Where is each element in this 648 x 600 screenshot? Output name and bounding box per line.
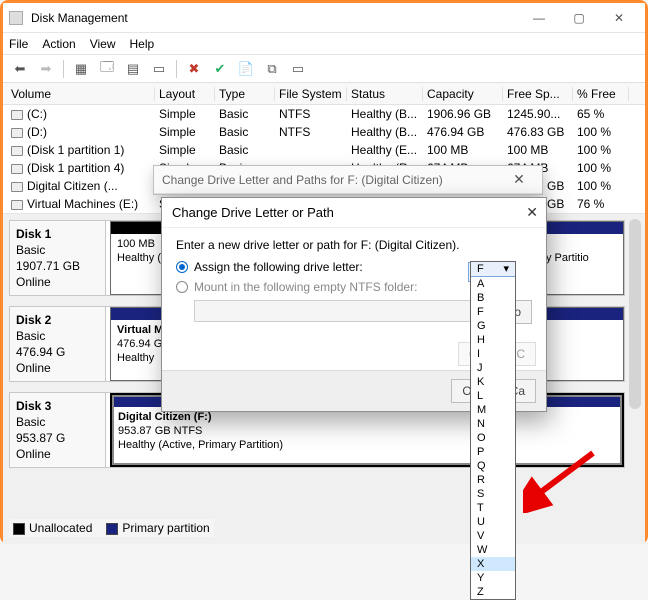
letter-option[interactable]: A — [471, 277, 515, 291]
app-icon — [9, 11, 23, 25]
volume-header[interactable]: Volume Layout Type File System Status Ca… — [3, 83, 645, 105]
scrollbar[interactable] — [629, 219, 641, 409]
dialog-outer: Change Drive Letter and Paths for F: (Di… — [153, 165, 543, 195]
menu-view[interactable]: View — [90, 37, 116, 51]
refresh-icon[interactable]: 🗔 — [96, 58, 118, 80]
toolbar: ⬅ ➡ ▦ 🗔 ▤ ▭ ✖ ✔ 📄 ⧉ ▭ — [3, 55, 645, 83]
letter-option[interactable]: T — [471, 501, 515, 515]
mount-path-input[interactable] — [194, 300, 485, 322]
letter-option[interactable]: V — [471, 529, 515, 543]
menubar: File Action View Help — [3, 33, 645, 55]
letter-option[interactable]: Z — [471, 585, 515, 599]
dialog-outer-close[interactable]: ✕ — [504, 171, 534, 188]
grid-icon[interactable]: ▦ — [70, 58, 92, 80]
letter-option[interactable]: O — [471, 431, 515, 445]
letter-option[interactable]: U — [471, 515, 515, 529]
letter-option[interactable]: X — [471, 557, 515, 571]
letter-option[interactable]: K — [471, 375, 515, 389]
col-volume[interactable]: Volume — [7, 87, 155, 101]
letter-option[interactable]: Q — [471, 459, 515, 473]
letter-option[interactable]: J — [471, 361, 515, 375]
table-row[interactable]: (Disk 1 partition 1)SimpleBasicHealthy (… — [3, 141, 645, 159]
col-status[interactable]: Status — [347, 87, 423, 101]
dialog-title: Change Drive Letter or Path — [172, 205, 334, 220]
note-icon[interactable]: 📄 — [235, 58, 257, 80]
check-icon[interactable]: ✔ — [209, 58, 231, 80]
letter-option[interactable]: F▾ — [471, 262, 515, 277]
swatch-unallocated — [13, 523, 25, 535]
letter-option[interactable]: M — [471, 403, 515, 417]
col-capacity[interactable]: Capacity — [423, 87, 503, 101]
letter-option[interactable]: H — [471, 333, 515, 347]
col-pct[interactable]: % Free — [573, 87, 629, 101]
col-type[interactable]: Type — [215, 87, 275, 101]
dialog-close[interactable]: ✕ — [526, 204, 538, 221]
menu-help[interactable]: Help — [130, 37, 155, 51]
letter-option[interactable]: W — [471, 543, 515, 557]
letter-option[interactable]: S — [471, 487, 515, 501]
letter-option[interactable]: B — [471, 291, 515, 305]
disk-1-info: Disk 1 Basic 1907.71 GB Online — [10, 221, 106, 295]
chevron-down-icon: ▾ — [503, 262, 509, 276]
radio-assign-dot[interactable] — [176, 261, 188, 273]
forward-icon[interactable]: ➡ — [35, 58, 57, 80]
close-button[interactable]: ✕ — [599, 4, 639, 32]
delete-icon[interactable]: ✖ — [183, 58, 205, 80]
col-fs[interactable]: File System — [275, 87, 347, 101]
radio-mount-dot[interactable] — [176, 281, 188, 293]
letter-option[interactable]: L — [471, 389, 515, 403]
legend: Unallocated Primary partition — [9, 519, 214, 537]
menu-action[interactable]: Action — [42, 37, 75, 51]
col-free[interactable]: Free Sp... — [503, 87, 573, 101]
props-icon[interactable]: ▭ — [148, 58, 170, 80]
list-icon[interactable]: ▤ — [122, 58, 144, 80]
disk-3-info: Disk 3 Basic 953.87 G Online — [10, 393, 106, 467]
disk-1-name: Disk 1 — [16, 227, 99, 241]
letter-option[interactable]: F — [471, 305, 515, 319]
letter-option[interactable]: N — [471, 417, 515, 431]
letter-option[interactable]: R — [471, 473, 515, 487]
titlebar: Disk Management — ▢ ✕ — [3, 3, 645, 33]
window-title: Disk Management — [27, 11, 519, 25]
extra2-icon[interactable]: ▭ — [287, 58, 309, 80]
dialog-outer-title: Change Drive Letter and Paths for F: (Di… — [162, 173, 504, 187]
swatch-primary — [106, 523, 118, 535]
table-row[interactable]: (D:)SimpleBasicNTFSHealthy (B...476.94 G… — [3, 123, 645, 141]
dialog-instruction: Enter a new drive letter or path for F: … — [176, 238, 532, 252]
col-layout[interactable]: Layout — [155, 87, 215, 101]
letter-option[interactable]: P — [471, 445, 515, 459]
minimize-button[interactable]: — — [519, 4, 559, 32]
disk-2-info: Disk 2 Basic 476.94 G Online — [10, 307, 106, 381]
letter-option[interactable]: I — [471, 347, 515, 361]
letter-option[interactable]: Y — [471, 571, 515, 585]
maximize-button[interactable]: ▢ — [559, 4, 599, 32]
table-row[interactable]: (C:)SimpleBasicNTFSHealthy (B...1906.96 … — [3, 105, 645, 123]
menu-file[interactable]: File — [9, 37, 28, 51]
extra-icon[interactable]: ⧉ — [261, 58, 283, 80]
letter-option[interactable]: G — [471, 319, 515, 333]
back-icon[interactable]: ⬅ — [9, 58, 31, 80]
drive-letter-dropdown[interactable]: F▾ABFGHIJKLMNOPQRSTUVWXYZ — [470, 261, 516, 600]
